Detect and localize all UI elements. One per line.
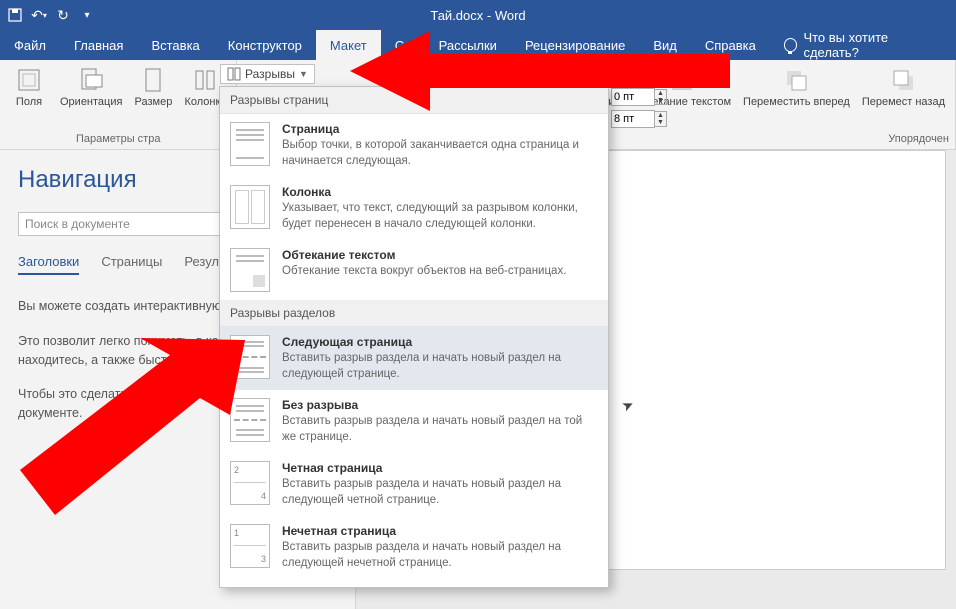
send-backward-icon (889, 66, 917, 94)
nav-tab-pages[interactable]: Страницы (101, 254, 162, 275)
break-next-page[interactable]: Следующая страница Вставить разрыв разде… (220, 327, 608, 390)
breaks-dropdown: Разрывы страниц Страница Выбор точки, в … (219, 86, 609, 588)
send-backward-button[interactable]: Перемест назад (858, 64, 949, 110)
size-button[interactable]: Размер (130, 64, 176, 110)
columns-icon (191, 66, 219, 94)
margins-icon (15, 66, 43, 94)
orientation-button[interactable]: Ориентация (56, 64, 126, 110)
undo-icon[interactable]: ↶▾ (30, 6, 48, 24)
tab-layout[interactable]: Макет (316, 30, 381, 60)
breaks-icon (227, 67, 241, 81)
tell-me-text: Что вы хотите сделать? (803, 30, 942, 60)
tab-home[interactable]: Главная (60, 30, 137, 60)
qat-customize-icon[interactable]: ▾ (78, 6, 96, 24)
chevron-down-icon: ▼ (299, 69, 308, 79)
page-break-icon (230, 122, 270, 166)
spacing-before-input[interactable]: ▲▼ (611, 88, 667, 106)
bring-forward-icon (782, 66, 810, 94)
group-page-setup: Поля Ориентация Размер Колонки Параметры… (0, 60, 237, 149)
tell-me[interactable]: Что вы хотите сделать? (770, 30, 956, 60)
wrap-text-icon (668, 66, 696, 94)
spinner-arrows[interactable]: ▲▼ (655, 111, 667, 127)
lightbulb-icon (784, 38, 798, 52)
quick-access-toolbar: ↶▾ ↻ ▾ (6, 6, 96, 24)
save-icon[interactable] (6, 6, 24, 24)
tab-file[interactable]: Файл (0, 30, 60, 60)
spacing-after-input[interactable]: ▲▼ (611, 110, 667, 128)
spinner-arrows[interactable]: ▲▼ (655, 89, 667, 105)
group-label-arrange: Упорядочен (888, 131, 949, 147)
bring-forward-button[interactable]: Переместить вперед (739, 64, 854, 110)
tab-view[interactable]: Вид (639, 30, 691, 60)
break-continuous[interactable]: Без разрыва Вставить разрыв раздела и на… (220, 390, 608, 453)
tab-mailings[interactable]: Рассылки (425, 30, 511, 60)
break-column[interactable]: Колонка Указывает, что текст, следующий … (220, 177, 608, 240)
title-bar: ↶▾ ↻ ▾ Тай.docx - Word (0, 0, 956, 30)
tab-insert[interactable]: Вставка (137, 30, 213, 60)
breaks-button[interactable]: Разрывы ▼ (220, 64, 315, 84)
orientation-icon (77, 66, 105, 94)
redo-icon[interactable]: ↻ (54, 6, 72, 24)
nav-tab-headings[interactable]: Заголовки (18, 254, 79, 275)
tab-design[interactable]: Конструктор (214, 30, 316, 60)
break-even-page[interactable]: 2 4 Четная страница Вставить разрыв разд… (220, 453, 608, 516)
tab-help[interactable]: Справка (691, 30, 770, 60)
next-page-break-icon (230, 335, 270, 379)
continuous-break-icon (230, 398, 270, 442)
dropdown-section-section-breaks: Разрывы разделов (220, 300, 608, 327)
break-text-wrapping[interactable]: Обтекание текстом Обтекание текста вокру… (220, 240, 608, 300)
even-page-break-icon: 2 4 (230, 461, 270, 505)
text-wrapping-break-icon (230, 248, 270, 292)
dropdown-section-page-breaks: Разрывы страниц (220, 87, 608, 114)
window-title: Тай.docx - Word (96, 8, 860, 23)
break-page[interactable]: Страница Выбор точки, в которой заканчив… (220, 114, 608, 177)
break-odd-page[interactable]: 1 3 Нечетная страница Вставить разрыв ра… (220, 516, 608, 579)
margins-button[interactable]: Поля (6, 64, 52, 110)
ribbon-tabs: Файл Главная Вставка Конструктор Макет С… (0, 30, 956, 60)
tab-review[interactable]: Рецензирование (511, 30, 639, 60)
odd-page-break-icon: 1 3 (230, 524, 270, 568)
tab-references[interactable]: Сс (381, 30, 425, 60)
ribbon: Поля Ориентация Размер Колонки Параметры… (0, 60, 956, 150)
size-icon (139, 66, 167, 94)
group-label-page-setup: Параметры стра (76, 131, 160, 147)
column-break-icon (230, 185, 270, 229)
